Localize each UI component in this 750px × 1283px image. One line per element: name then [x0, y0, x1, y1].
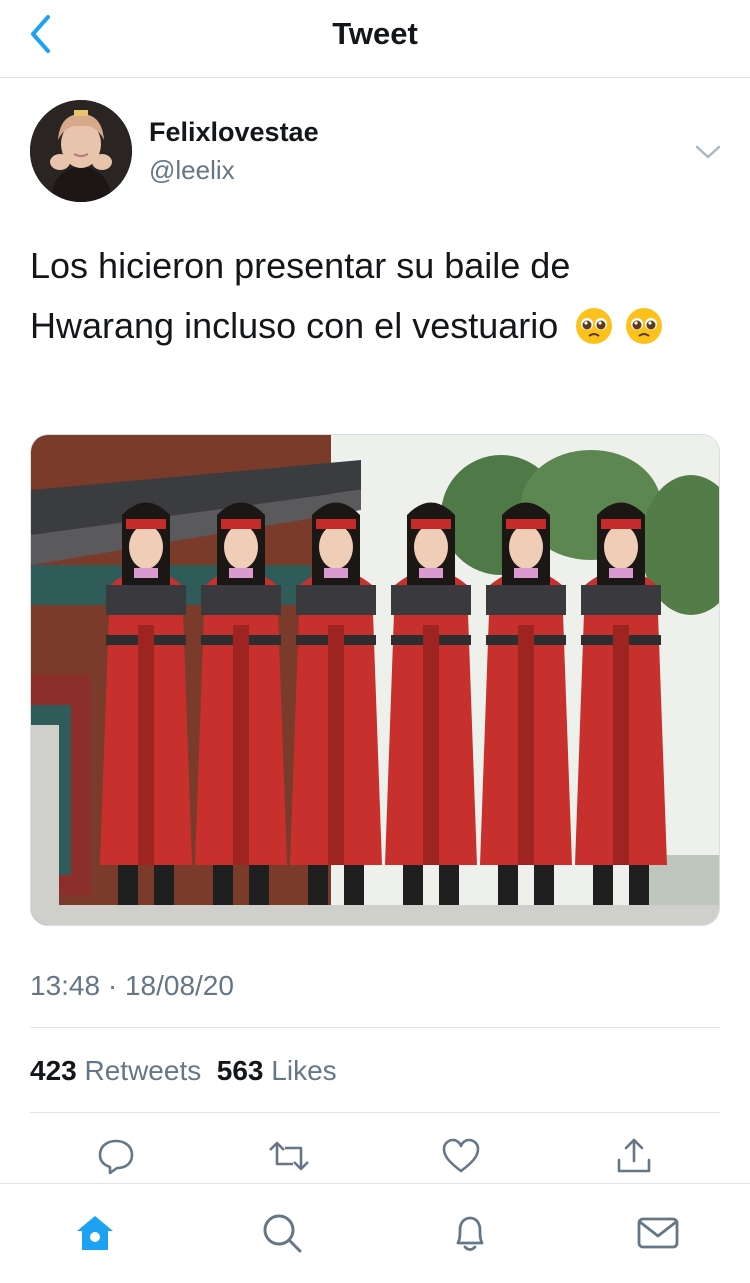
tab-home[interactable]: [70, 1208, 120, 1258]
author-handle[interactable]: @leelix: [149, 155, 235, 186]
reply-icon: [98, 1139, 134, 1175]
search-icon: [263, 1214, 302, 1253]
share-button[interactable]: [612, 1134, 656, 1178]
pleading-face-emoji: [576, 308, 613, 344]
home-icon: [77, 1216, 113, 1250]
author-name[interactable]: Felixlovestae: [149, 117, 319, 148]
tweet-text-content: Los hicieron presentar su baile de Hwara…: [30, 245, 571, 346]
bell-icon: [456, 1216, 484, 1251]
tweet-timestamp: 13:48 · 18/08/20: [30, 970, 234, 1001]
divider: [30, 1027, 720, 1028]
photo-image: [31, 435, 719, 925]
bottom-tab-bar: [0, 1183, 750, 1283]
tweet-text: Los hicieron presentar su baile de Hwara…: [30, 236, 720, 356]
tweet-photo[interactable]: [30, 434, 720, 926]
tweet-stats: 423 Retweets 563 Likes: [30, 1055, 337, 1087]
divider: [30, 1112, 720, 1113]
tab-search[interactable]: [257, 1208, 307, 1258]
tab-notifications[interactable]: [445, 1208, 495, 1258]
retweet-button[interactable]: [267, 1134, 311, 1178]
chevron-down-icon: [695, 145, 721, 159]
avatar-image: [30, 100, 132, 202]
likes-stat[interactable]: 563 Likes: [217, 1055, 337, 1086]
pleading-face-emoji: [626, 308, 663, 344]
retweets-stat[interactable]: 423 Retweets: [30, 1055, 201, 1086]
likes-count: 563: [216, 1055, 264, 1086]
like-button[interactable]: [439, 1134, 483, 1178]
tab-messages[interactable]: [633, 1208, 683, 1258]
mail-icon: [637, 1217, 679, 1249]
reply-button[interactable]: [94, 1134, 138, 1178]
retweet-icon: [269, 1141, 309, 1171]
heart-icon: [442, 1138, 480, 1173]
share-icon: [617, 1138, 651, 1173]
retweets-label: Retweets: [84, 1055, 202, 1086]
avatar[interactable]: [30, 100, 132, 202]
top-nav-bar: Tweet: [0, 0, 750, 78]
page-title: Tweet: [332, 16, 418, 51]
more-options-button[interactable]: [693, 140, 723, 164]
retweets-count: 423: [30, 1055, 77, 1086]
likes-label: Likes: [271, 1055, 337, 1086]
